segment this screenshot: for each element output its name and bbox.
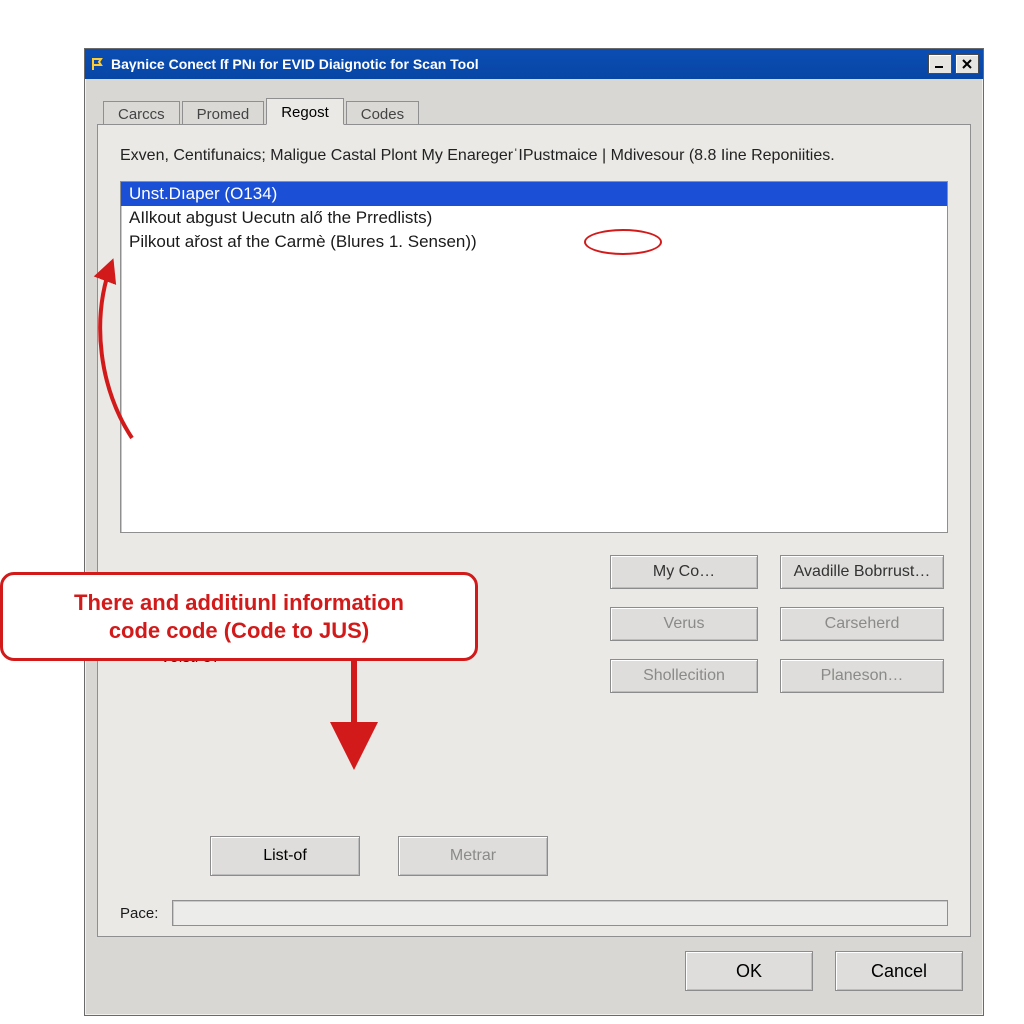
tab-promed[interactable]: Promed xyxy=(182,101,265,126)
avadille-button[interactable]: Avadille Bobrrust… xyxy=(780,555,944,589)
app-icon xyxy=(91,57,105,71)
verus-button[interactable]: Verus xyxy=(610,607,758,641)
progress-bar xyxy=(172,900,948,926)
tab-carccs[interactable]: Carccs xyxy=(103,101,180,126)
code-list[interactable]: Unst.Dıaper (O134) AIlkout abgust Uecutn… xyxy=(120,181,948,533)
dialog-window: Baγnice Conect ſf PNı for EVID Diaignoti… xyxy=(84,48,984,1016)
list-item[interactable]: Unst.Dıaper (O134) xyxy=(121,182,947,206)
voisti-label: Voisti 87 xyxy=(160,649,220,667)
tab-codes[interactable]: Codes xyxy=(346,101,419,126)
list-item[interactable]: Pilkout ařost af the Carmè (Blures 1. Se… xyxy=(121,230,947,254)
close-button[interactable] xyxy=(955,54,979,74)
pace-row: Pace: xyxy=(120,900,948,926)
tab-strip: Carccs Promed Regost Codes xyxy=(97,97,971,125)
list-item[interactable]: AIlkout abgust Uecutn alő the Prredlists… xyxy=(121,206,947,230)
minimize-button[interactable] xyxy=(928,54,952,74)
carseherd-button[interactable]: Carseherd xyxy=(780,607,944,641)
myco-button[interactable]: My Co… xyxy=(610,555,758,589)
window-title: Baγnice Conect ſf PNı for EVID Diaignoti… xyxy=(111,56,928,72)
planeson-button[interactable]: Planeson… xyxy=(780,659,944,693)
metrar-button[interactable]: Metrar xyxy=(398,836,548,876)
dialog-buttons: OK Cancel xyxy=(685,951,963,991)
shollecition-button[interactable]: Shollecition xyxy=(610,659,758,693)
mid-controls: My Co… Avadille Bobrrust… Verus Carseher… xyxy=(120,555,948,735)
listof-button[interactable]: List‑of xyxy=(210,836,360,876)
tab-regost[interactable]: Regost xyxy=(266,98,344,125)
ok-button[interactable]: OK xyxy=(685,951,813,991)
cancel-button[interactable]: Cancel xyxy=(835,951,963,991)
panel-description: Exven, Centifunaics; Maligue Castal Plon… xyxy=(120,145,948,167)
tab-panel: Exven, Centifunaics; Maligue Castal Plon… xyxy=(97,124,971,937)
lower-buttons: List‑of Metrar xyxy=(210,836,548,876)
pace-label: Pace: xyxy=(120,905,158,922)
titlebar: Baγnice Conect ſf PNı for EVID Diaignoti… xyxy=(85,49,983,79)
client-area: Carccs Promed Regost Codes Exven, Centif… xyxy=(97,97,971,1001)
